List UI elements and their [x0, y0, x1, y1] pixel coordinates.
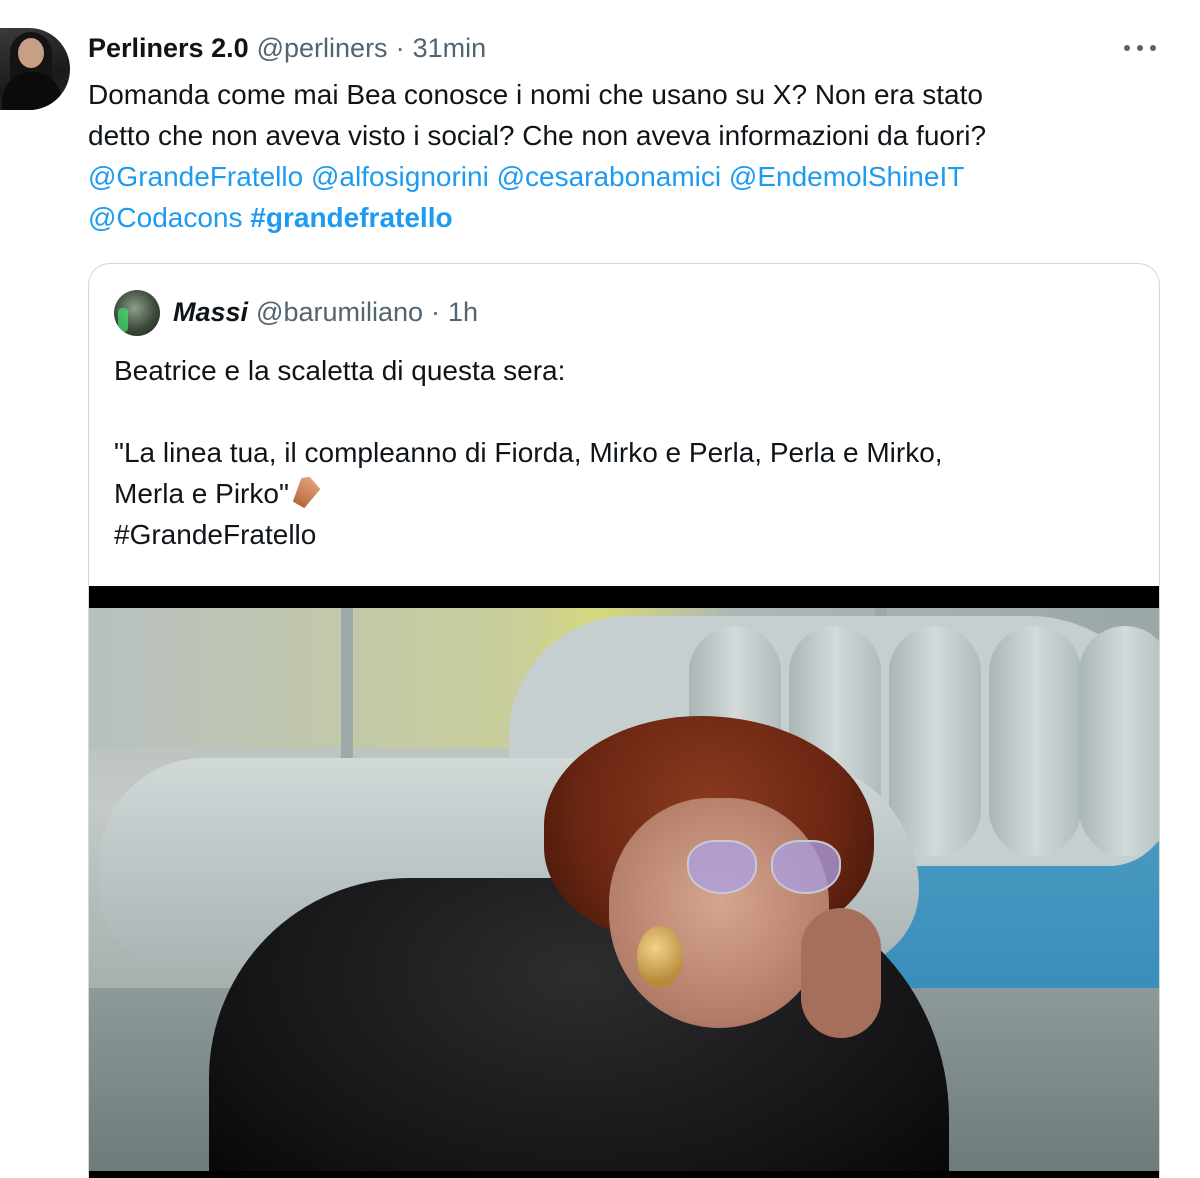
tweet[interactable]: Perliners 2.0 @perliners · 31min Domanda…: [0, 0, 1200, 1178]
quoted-text-line-with-emoji: Merla e Pirko": [114, 473, 1144, 514]
more-dot: [1150, 45, 1156, 51]
mention-link[interactable]: @cesarabonamici: [497, 161, 722, 192]
sofa-rib: [1079, 626, 1159, 856]
tweet-text-line: Domanda come mai Bea conosce i nomi che …: [88, 79, 983, 110]
person-hand: [801, 908, 881, 1038]
quoted-author-name[interactable]: Massi: [173, 297, 248, 328]
quoted-tweet[interactable]: Massi @barumiliano · 1h Beatrice e la sc…: [88, 263, 1160, 1178]
more-options-icon[interactable]: [1120, 36, 1160, 60]
author-name[interactable]: Perliners 2.0: [88, 33, 249, 64]
quoted-text-line: "La linea tua, il compleanno di Fiorda, …: [114, 437, 943, 468]
heart-sunglasses: [687, 840, 847, 896]
hashtag-link[interactable]: #grandefratello: [250, 202, 452, 233]
quoted-text-fragment: Merla e Pirko": [114, 478, 289, 509]
avatar-face: [18, 38, 44, 68]
sofa-rib: [989, 626, 1081, 856]
quoted-hashtag[interactable]: #GrandeFratello: [114, 514, 1144, 555]
mention-link[interactable]: @EndemolShineIT: [729, 161, 964, 192]
earring: [637, 926, 683, 988]
more-dot: [1137, 45, 1143, 51]
tweet-timestamp[interactable]: 31min: [413, 33, 487, 64]
media-image: [89, 608, 1159, 1171]
quoted-author-avatar[interactable]: [114, 290, 160, 336]
sofa-rib: [889, 626, 981, 856]
mention-link[interactable]: @Codacons: [88, 202, 243, 233]
coffin-icon: [289, 474, 323, 511]
tweet-text: Domanda come mai Bea conosce i nomi che …: [88, 74, 1168, 238]
quoted-author-handle[interactable]: @barumiliano: [256, 297, 423, 328]
tweet-text-line: detto che non aveva visto i social? Che …: [88, 120, 987, 151]
tweet-header: Perliners 2.0 @perliners · 31min: [88, 30, 486, 66]
sunglasses-lens: [771, 840, 841, 894]
header-separator: ·: [431, 296, 441, 327]
tweet-mentions-line: @Codacons #grandefratello: [88, 197, 1168, 238]
quoted-text-blank: [114, 391, 1144, 432]
mention-link[interactable]: @alfosignorini: [311, 161, 489, 192]
header-separator: ·: [395, 32, 405, 63]
quoted-tweet-header: Massi @barumiliano · 1h: [173, 292, 478, 332]
mention-link[interactable]: @GrandeFratello: [88, 161, 303, 192]
quoted-tweet-timestamp[interactable]: 1h: [448, 297, 478, 328]
tweet-mentions-line: @GrandeFratello @alfosignorini @cesarabo…: [88, 156, 1168, 197]
more-dot: [1124, 45, 1130, 51]
quoted-tweet-text: Beatrice e la scaletta di questa sera: "…: [114, 350, 1144, 555]
person-face: [609, 798, 829, 1028]
sunglasses-lens: [687, 840, 757, 894]
author-avatar[interactable]: [0, 28, 70, 110]
quoted-text-line: Beatrice e la scaletta di questa sera:: [114, 355, 566, 386]
author-handle[interactable]: @perliners: [257, 33, 388, 64]
quoted-tweet-media[interactable]: [89, 586, 1159, 1178]
